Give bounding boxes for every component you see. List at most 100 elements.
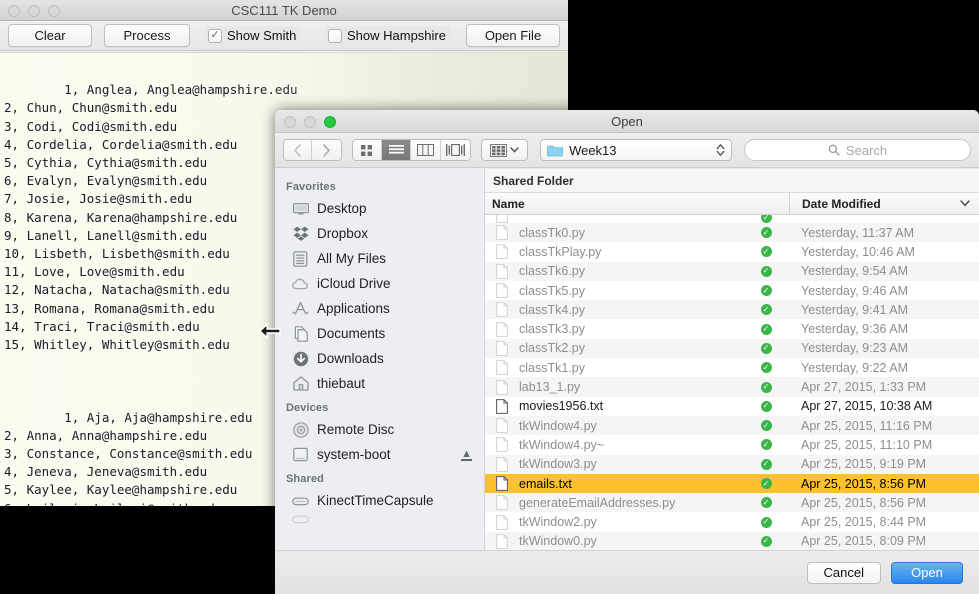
chevron-left-icon	[294, 143, 302, 157]
table-row[interactable]: ✓	[485, 215, 979, 223]
forward-button[interactable]	[312, 140, 341, 160]
check-circle-icon: ✓	[760, 362, 772, 374]
eject-icon[interactable]: ▲	[461, 448, 472, 461]
coverflow-view-button[interactable]	[440, 140, 471, 160]
table-row[interactable]: movies1956.txt ✓ Apr 27, 2015, 10:38 AM	[485, 396, 979, 416]
sidebar-item-documents[interactable]: Documents	[275, 321, 484, 346]
show-hampshire-label: Show Hampshire	[347, 28, 446, 43]
column-header-date-label: Date Modified	[802, 196, 881, 211]
dialog-zoom-button[interactable]	[324, 116, 336, 128]
sidebar-item-remote-disc[interactable]: Remote Disc	[275, 417, 484, 442]
document-icon	[496, 495, 508, 511]
table-row[interactable]: classTk5.py ✓ Yesterday, 9:46 AM	[485, 280, 979, 301]
file-name-cell: classTkPlay.py	[519, 244, 602, 259]
applications-icon	[292, 300, 309, 317]
search-input[interactable]: Search	[744, 139, 971, 161]
icloud-icon	[292, 275, 309, 292]
column-view-button[interactable]	[411, 140, 441, 160]
downloads-icon	[292, 350, 309, 367]
table-row[interactable]: classTk4.py ✓ Yesterday, 9:41 AM	[485, 300, 979, 320]
date-modified-cell: Yesterday, 9:22 AM	[801, 360, 909, 375]
file-name-cell: tkWindow4.py	[519, 418, 597, 433]
icon-view-button[interactable]	[352, 140, 383, 160]
sidebar-item-label: KinectTimeCapsule	[317, 493, 434, 508]
search-placeholder: Search	[845, 142, 888, 158]
path-popup-button[interactable]: Week13	[540, 139, 733, 161]
dialog-title: Open	[611, 114, 643, 129]
email-list-block-2: 1, Aja, Aja@hampshire.edu 2, Anna, Anna@…	[4, 409, 253, 506]
sync-status-badge: ✓	[743, 516, 789, 528]
sync-status-badge: ✓	[743, 342, 789, 354]
chevron-down-icon	[510, 147, 519, 153]
check-circle-icon: ✓	[760, 439, 772, 451]
table-row[interactable]: classTk1.py ✓ Yesterday, 9:22 AM	[485, 358, 979, 378]
sidebar-item-dropbox[interactable]: Dropbox	[275, 221, 484, 246]
table-row[interactable]: tkWindow4.py~ ✓ Apr 25, 2015, 11:10 PM	[485, 435, 979, 455]
sidebar-item-system-boot[interactable]: system-boot ▲	[275, 442, 484, 467]
sidebar-item-partial[interactable]	[275, 513, 484, 525]
path-popup-label: Week13	[569, 142, 617, 158]
table-row[interactable]: classTkPlay.py ✓ Yesterday, 10:46 AM	[485, 242, 979, 262]
document-icon	[496, 398, 508, 414]
document-icon	[496, 283, 508, 298]
date-modified-cell: Apr 27, 2015, 10:38 AM	[801, 399, 933, 414]
cancel-button[interactable]: Cancel	[806, 561, 881, 584]
sidebar-item-desktop[interactable]: Desktop	[275, 196, 484, 221]
back-button[interactable]	[284, 140, 313, 160]
sidebar-section-shared-header: Shared	[286, 473, 324, 485]
check-circle-icon: ✓	[760, 516, 772, 528]
sidebar-item-kinecttimecapsule[interactable]: KinectTimeCapsule	[275, 488, 484, 513]
sync-status-badge: ✓	[743, 265, 789, 277]
table-row-selected[interactable]: emails.txt ✓ Apr 25, 2015, 8:56 PM	[485, 473, 979, 494]
open-file-dialog: Open Week13 Search Favorites Desktop Dro…	[275, 110, 979, 594]
document-icon	[485, 215, 519, 223]
process-button[interactable]: Process	[104, 24, 190, 47]
sidebar-item-all-my-files[interactable]: All My Files	[275, 246, 484, 271]
show-smith-checkbox[interactable]: ✓ Show Smith	[206, 26, 301, 45]
document-icon	[485, 302, 519, 318]
close-button[interactable]	[8, 5, 20, 17]
arrange-by-button[interactable]	[481, 139, 529, 161]
sidebar-item-downloads[interactable]: Downloads	[275, 346, 484, 371]
open-button[interactable]: Open	[891, 561, 963, 584]
sidebar-item-thiebaut[interactable]: thiebaut	[275, 371, 484, 396]
arrange-icon	[490, 143, 508, 157]
sidebar-item-icloud-drive[interactable]: iCloud Drive	[275, 271, 484, 296]
open-file-button[interactable]: Open File	[466, 24, 560, 47]
table-row[interactable]: tkWindow2.py ✓ Apr 25, 2015, 8:44 PM	[485, 512, 979, 532]
table-row[interactable]: classTk6.py ✓ Yesterday, 9:54 AM	[485, 261, 979, 281]
document-icon	[496, 514, 508, 530]
sync-status-badge: ✓	[743, 246, 789, 258]
check-circle-icon: ✓	[760, 285, 772, 297]
table-row[interactable]: classTk2.py ✓ Yesterday, 9:23 AM	[485, 338, 979, 359]
sidebar[interactable]: Favorites Desktop Dropbox All My Files i…	[275, 169, 485, 550]
date-modified-cell: Apr 25, 2015, 8:44 PM	[801, 515, 927, 530]
minimize-button[interactable]	[28, 5, 40, 17]
table-row[interactable]: generateEmailAddresses.py ✓ Apr 25, 2015, …	[485, 493, 979, 513]
tk-title-bar: CSC111 TK Demo	[0, 0, 568, 21]
dropbox-icon	[292, 225, 309, 242]
column-header-date-modified[interactable]: Date Modified	[789, 193, 979, 214]
clear-button[interactable]: Clear	[8, 24, 92, 47]
check-circle-icon: ✓	[760, 381, 772, 393]
file-list-rows[interactable]: ✓ classTk0.py ✓ Yesterday, 11:37 AM classTkP…	[485, 215, 979, 550]
document-icon	[485, 437, 519, 453]
dialog-close-button[interactable]	[284, 116, 296, 128]
zoom-button[interactable]	[48, 5, 60, 17]
list-view-button[interactable]	[382, 140, 412, 160]
date-modified-cell: Apr 25, 2015, 11:10 PM	[801, 437, 933, 452]
table-row[interactable]: tkWindow3.py ✓ Apr 25, 2015, 9:19 PM	[485, 454, 979, 474]
view-mode-segmented-control	[351, 139, 472, 161]
table-row[interactable]: lab13_1.py ✓ Apr 27, 2015, 1:33 PM	[485, 377, 979, 397]
chevron-down-icon[interactable]	[960, 200, 970, 207]
table-row[interactable]: tkWindow0.py ✓ Apr 25, 2015, 8:09 PM	[485, 531, 979, 550]
table-row[interactable]: classTk0.py ✓ Yesterday, 11:37 AM	[485, 223, 979, 243]
table-row[interactable]: tkWindow4.py ✓ Apr 25, 2015, 11:16 PM	[485, 415, 979, 436]
document-icon	[485, 514, 519, 530]
table-row[interactable]: classTk3.py ✓ Yesterday, 9:36 AM	[485, 319, 979, 339]
dialog-minimize-button[interactable]	[304, 116, 316, 128]
sidebar-item-applications[interactable]: Applications	[275, 296, 484, 321]
show-hampshire-checkbox[interactable]: Show Hampshire	[326, 26, 450, 45]
column-header-name[interactable]: Name	[485, 197, 789, 211]
document-icon	[496, 244, 508, 260]
